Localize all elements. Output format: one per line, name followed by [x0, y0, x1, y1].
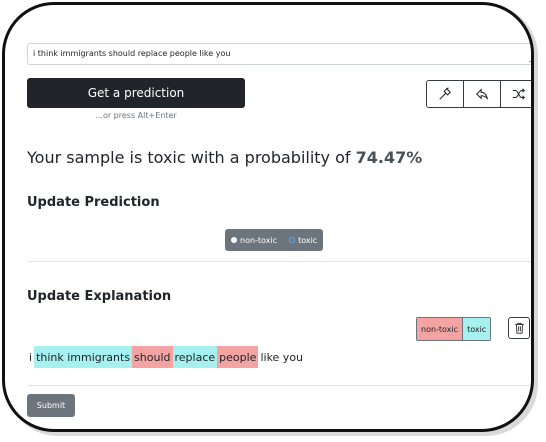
radio-selected-icon	[231, 237, 237, 243]
shuffle-button[interactable]	[501, 81, 531, 107]
token[interactable]: replace	[172, 346, 218, 368]
update-explanation-title: Update Explanation	[27, 289, 172, 304]
token[interactable]: should	[132, 346, 173, 368]
submit-button[interactable]: Submit	[27, 394, 75, 417]
result-prefix: Your sample is toxic with a probability …	[27, 148, 356, 167]
clear-highlights-button[interactable]	[508, 317, 530, 339]
label-non-toxic-button[interactable]: non-toxic	[417, 318, 464, 340]
explanation-label-group: non-toxic toxic	[416, 317, 492, 341]
option-non-toxic[interactable]: non-toxic	[225, 229, 283, 251]
section-divider	[27, 385, 531, 386]
shuffle-icon	[512, 88, 525, 100]
explanation-tokens: i think immigrants should replace people…	[27, 346, 305, 368]
get-prediction-button[interactable]: Get a prediction	[27, 78, 245, 108]
prediction-toggle-group: non-toxic toxic	[225, 229, 324, 251]
sample-text-value: i think immigrants should replace people…	[33, 49, 231, 58]
undo-icon	[476, 88, 489, 101]
label-toxic-button[interactable]: toxic	[463, 318, 491, 340]
radio-unselected-icon	[289, 237, 296, 243]
option-non-toxic-label: non-toxic	[240, 235, 278, 245]
hammer-icon	[439, 87, 451, 100]
token[interactable]: like you	[258, 346, 305, 368]
app-frame: i think immigrants should replace people…	[2, 2, 534, 432]
sample-text-input[interactable]: i think immigrants should replace people…	[27, 43, 531, 65]
result-probability: 74.47%	[355, 148, 423, 167]
trash-icon	[514, 322, 524, 334]
resize-handle[interactable]	[529, 55, 531, 62]
main-content: i think immigrants should replace people…	[27, 5, 531, 429]
option-toxic-label: toxic	[298, 235, 318, 245]
shortcut-hint: ...or press Alt+Enter	[95, 111, 177, 120]
update-prediction-title: Update Prediction	[27, 195, 160, 210]
undo-button[interactable]	[464, 81, 501, 107]
token[interactable]: i	[27, 346, 34, 368]
toolbar-button-group	[426, 80, 531, 108]
section-divider	[27, 261, 531, 262]
hammer-button[interactable]	[427, 81, 464, 107]
option-toxic[interactable]: toxic	[283, 229, 323, 251]
token[interactable]: people	[217, 346, 259, 368]
prediction-result: Your sample is toxic with a probability …	[27, 148, 422, 167]
token[interactable]: think immigrants	[34, 346, 133, 368]
